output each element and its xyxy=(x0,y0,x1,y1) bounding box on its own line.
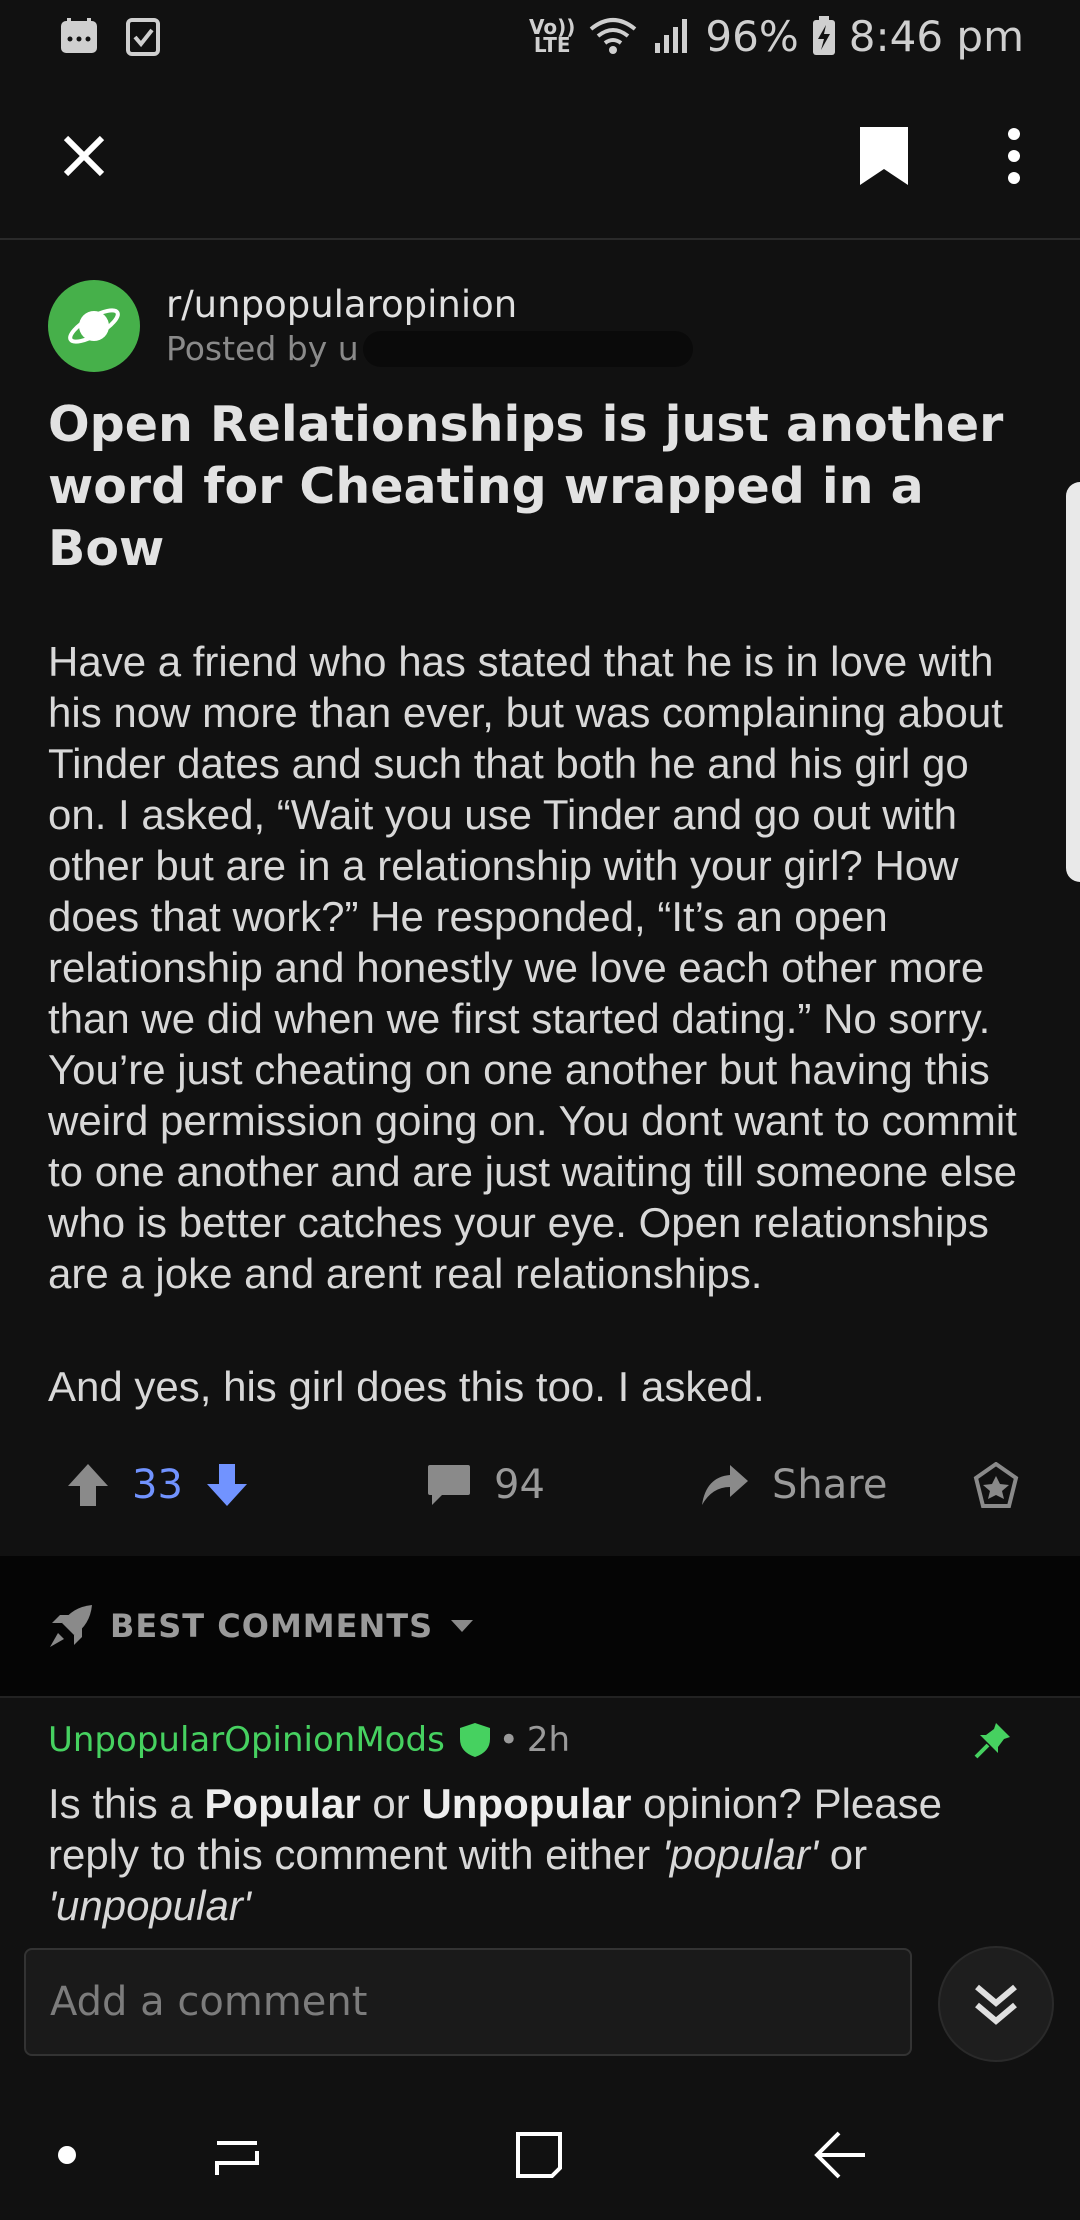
double-chevron-down-icon xyxy=(975,1984,1017,2025)
home-button[interactable] xyxy=(504,2120,574,2190)
volte-bottom: LTE xyxy=(533,33,571,57)
dot-icon xyxy=(58,2146,76,2164)
post-title: Open Relationships is just another word … xyxy=(48,396,1004,577)
subreddit-name[interactable]: r/unpopularopinion xyxy=(166,282,693,328)
post-paragraph: Have a friend who has stated that he is … xyxy=(48,638,1017,1297)
jump-to-next-comment-button[interactable] xyxy=(938,1946,1054,2062)
comment-bold-popular: Popular xyxy=(204,1780,361,1827)
signal-icon xyxy=(655,19,688,53)
rocket-icon xyxy=(50,1605,92,1647)
recents-button[interactable] xyxy=(202,2120,272,2190)
arrow-up-icon[interactable] xyxy=(66,1462,110,1508)
comment-header: UnpopularOpinionMods • 2h xyxy=(48,1720,1032,1760)
post-meta: r/unpopularopinion Posted by u xyxy=(166,282,693,370)
clock: 8:46 pm xyxy=(848,11,1024,61)
share-button[interactable]: Share xyxy=(700,1462,887,1508)
add-comment-placeholder: Add a comment xyxy=(50,1979,368,2025)
add-comment-field[interactable]: Add a comment xyxy=(24,1948,912,2056)
post-header: r/unpopularopinion Posted by u xyxy=(48,280,1032,372)
close-icon xyxy=(63,135,105,177)
comment: UnpopularOpinionMods • 2h Is this a Popu… xyxy=(48,1720,1032,1932)
calendar-icon xyxy=(61,18,97,53)
sort-label: BEST COMMENTS xyxy=(110,1607,434,1645)
posted-by-label: Posted by u xyxy=(166,329,359,368)
award-button[interactable] xyxy=(972,1462,1020,1510)
comment-italic-unpopular: 'unpopular' xyxy=(48,1882,251,1929)
comment-text: Is this a xyxy=(48,1780,205,1827)
post-toolbar xyxy=(0,72,1080,240)
comment-bubble-icon xyxy=(428,1465,470,1505)
home-square-icon xyxy=(516,2132,562,2178)
vote-score: 33 xyxy=(132,1462,183,1508)
post-paragraph: And yes, his girl does this too. I asked… xyxy=(48,1363,765,1410)
subreddit-avatar[interactable] xyxy=(48,280,140,372)
close-button[interactable] xyxy=(40,112,128,200)
more-vertical-icon xyxy=(1008,128,1020,184)
task-check-icon xyxy=(126,18,160,56)
nav-dot-button[interactable] xyxy=(32,2120,102,2190)
share-label: Share xyxy=(772,1462,888,1508)
wifi-icon xyxy=(590,18,637,54)
bookmark-icon xyxy=(860,127,908,185)
status-right: Vo)) LTE 96% 8:46 pm xyxy=(529,12,1024,61)
system-nav-bar xyxy=(0,2090,1080,2220)
posted-by: Posted by u xyxy=(166,328,693,370)
mod-shield-icon xyxy=(459,1723,490,1757)
recents-icon xyxy=(215,2141,259,2175)
comment-count: 94 xyxy=(494,1462,545,1508)
volte-indicator: Vo)) LTE xyxy=(529,17,575,57)
status-left xyxy=(58,15,164,57)
back-button[interactable] xyxy=(806,2120,876,2190)
redacted-username xyxy=(362,331,693,367)
chevron-down-icon xyxy=(451,1620,474,1632)
comment-sort-bar[interactable]: BEST COMMENTS xyxy=(0,1556,1080,1698)
award-icon xyxy=(973,1462,1019,1508)
arrow-down-icon[interactable] xyxy=(205,1462,249,1508)
more-options-button[interactable] xyxy=(970,112,1058,200)
comments-button[interactable]: 94 xyxy=(426,1462,545,1508)
back-arrow-icon xyxy=(814,2131,865,2179)
vote-control: 33 xyxy=(66,1462,249,1508)
meta-separator: • xyxy=(498,1720,519,1760)
comment-bold-unpopular: Unpopular xyxy=(421,1780,632,1827)
comment-italic-popular: 'popular' xyxy=(661,1831,819,1878)
share-arrow-icon xyxy=(702,1465,748,1505)
planet-icon xyxy=(68,308,120,344)
battery-charging-icon xyxy=(812,16,835,55)
post: r/unpopularopinion Posted by u Open Rela… xyxy=(48,240,1032,1474)
bookmark-button[interactable] xyxy=(840,112,928,200)
comment-text: or xyxy=(360,1780,422,1827)
status-bar: Vo)) LTE 96% 8:46 pm xyxy=(0,0,1080,72)
post-actions: 33 94 Share xyxy=(0,1440,1080,1550)
comment-author[interactable]: UnpopularOpinionMods xyxy=(48,1720,445,1760)
scroll-indicator[interactable] xyxy=(1066,482,1080,882)
comment-text: or xyxy=(818,1831,868,1878)
comment-age: 2h xyxy=(526,1720,571,1760)
post-body: Have a friend who has stated that he is … xyxy=(48,636,1032,1412)
comment-body: Is this a Popular or Unpopular opinion? … xyxy=(48,1778,1032,1931)
battery-percent: 96% xyxy=(705,11,799,61)
pin-icon xyxy=(974,1723,1010,1759)
